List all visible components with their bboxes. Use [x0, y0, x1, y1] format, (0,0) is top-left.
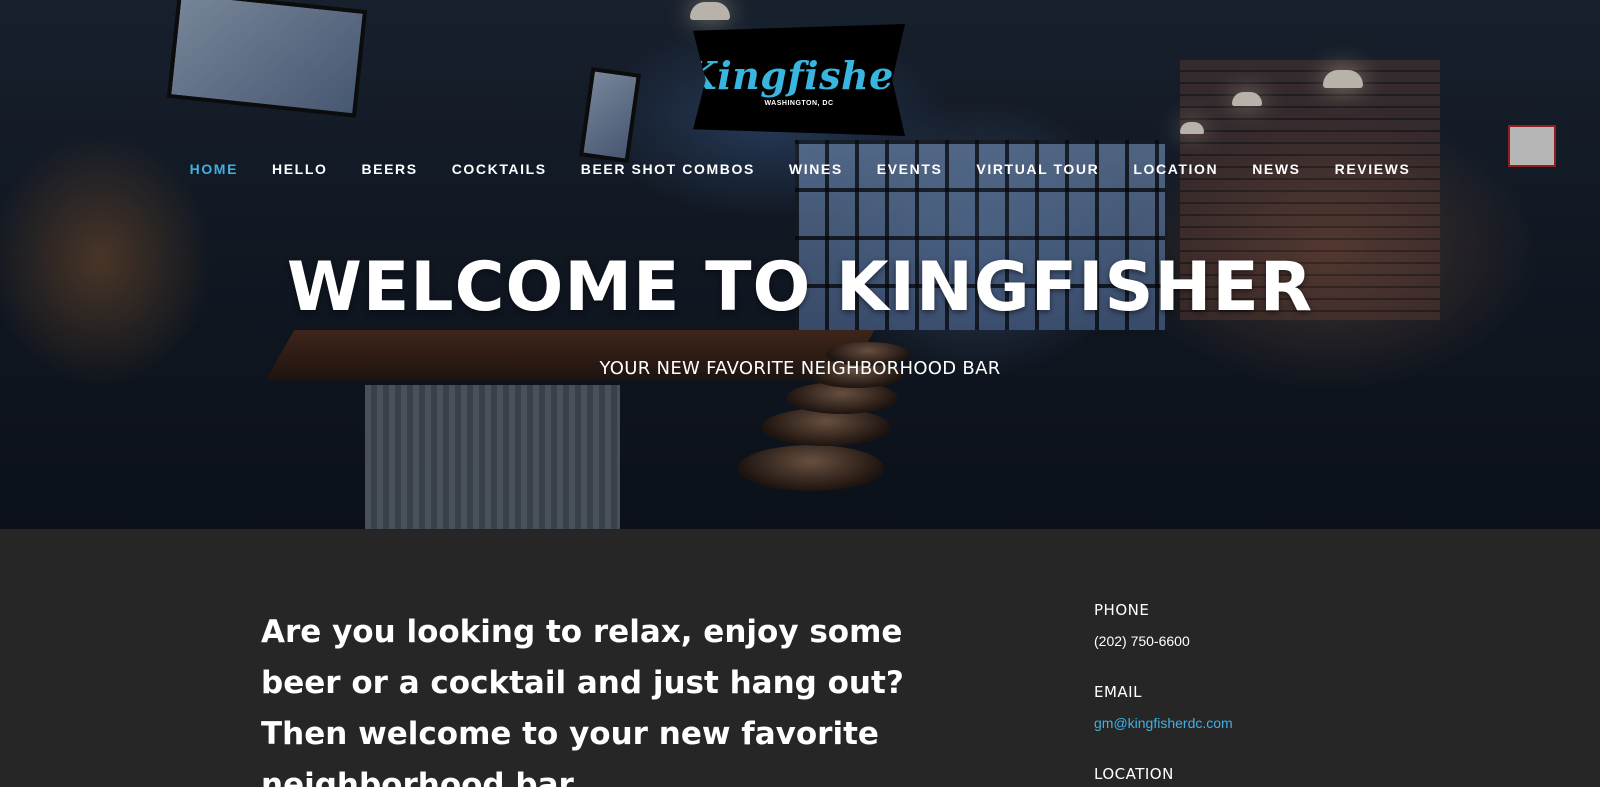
nav-item-location[interactable]: LOCATION [1116, 160, 1235, 178]
nav-item-beer-shot-combos[interactable]: BEER SHOT COMBOS [564, 160, 772, 178]
hero-section: Kingfisher WASHINGTON, DC HOME HELLO BEE… [0, 0, 1600, 529]
main-nav: HOME HELLO BEERS COCKTAILS BEER SHOT COM… [0, 160, 1600, 178]
nav-item-virtual-tour[interactable]: VIRTUAL TOUR [959, 160, 1116, 178]
nav-item-news[interactable]: NEWS [1235, 160, 1317, 178]
hero-title: WELCOME TO KINGFISHER [286, 248, 1314, 327]
email-label: EMAIL [1094, 683, 1142, 701]
nav-item-home[interactable]: HOME [173, 160, 255, 178]
nav-item-beers[interactable]: BEERS [344, 160, 434, 178]
nav-item-hello[interactable]: HELLO [255, 160, 344, 178]
nav-item-wines[interactable]: WINES [772, 160, 860, 178]
contact-info: PHONE (202) 750-6600 EMAIL gm@kingfisher… [1094, 601, 1394, 787]
logo-wordmark: Kingfisher [683, 53, 915, 98]
email-link[interactable]: gm@kingfisherdc.com [1094, 715, 1394, 731]
nav-item-reviews[interactable]: REVIEWS [1318, 160, 1428, 178]
phone-label: PHONE [1094, 601, 1150, 619]
intro-text: Are you looking to relax, enjoy some bee… [261, 614, 904, 787]
phone-number[interactable]: (202) 750-6600 [1094, 633, 1394, 649]
hero-subtitle: YOUR NEW FAVORITE NEIGHBORHOOD BAR [599, 358, 1001, 379]
location-label: LOCATION [1094, 765, 1174, 783]
logo-location: WASHINGTON, DC [764, 100, 834, 107]
nav-item-events[interactable]: EVENTS [860, 160, 960, 178]
site-logo[interactable]: Kingfisher WASHINGTON, DC [693, 24, 905, 136]
nav-item-cocktails[interactable]: COCKTAILS [435, 160, 564, 178]
welcome-section: Are you looking to relax, enjoy some bee… [0, 529, 1600, 787]
